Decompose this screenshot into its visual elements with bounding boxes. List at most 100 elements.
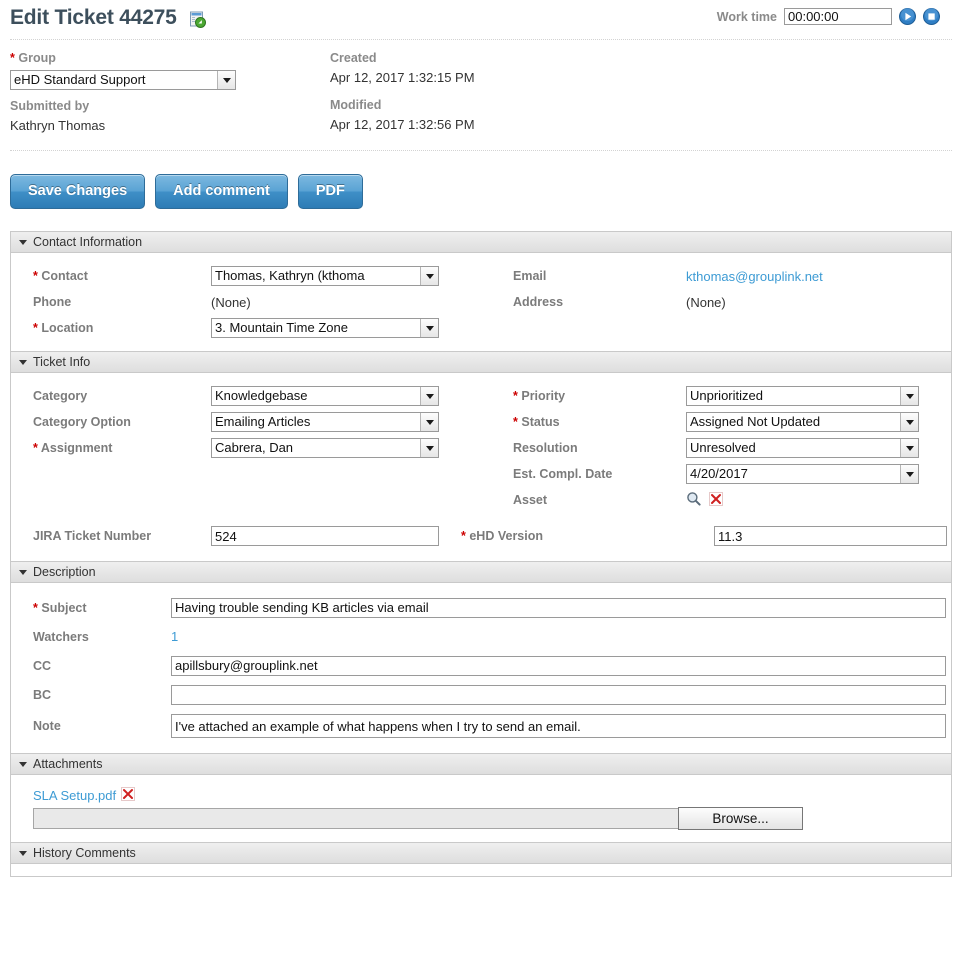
subject-label: * Subject: [11, 601, 171, 615]
created-label: Created: [330, 51, 377, 65]
chevron-down-icon[interactable]: [420, 439, 438, 457]
group-select-value: eHD Standard Support: [14, 72, 146, 87]
priority-label-text: Priority: [521, 389, 566, 403]
bc-label: BC: [33, 687, 52, 702]
bc-row: BC: [11, 680, 951, 709]
file-path-input[interactable]: [33, 808, 679, 829]
chevron-down-icon[interactable]: [420, 319, 438, 337]
asset-row: Asset: [491, 487, 951, 513]
required-asterisk: *: [33, 321, 38, 335]
save-changes-button[interactable]: Save Changes: [10, 174, 146, 209]
location-select[interactable]: 3. Mountain Time Zone: [211, 318, 439, 338]
chevron-down-icon[interactable]: [420, 413, 438, 431]
attachment-file-link[interactable]: SLA Setup.pdf: [33, 788, 116, 803]
ticket-info-header[interactable]: Ticket Info: [11, 351, 951, 373]
caret-down-icon[interactable]: [19, 239, 27, 245]
bc-input[interactable]: [171, 684, 946, 705]
category-select[interactable]: Knowledgebase: [211, 386, 439, 406]
resolution-select[interactable]: Unresolved: [686, 438, 919, 458]
contact-select-value: Thomas, Kathryn (kthoma: [215, 268, 365, 283]
contact-information-panel: Contact Information * Contact Thomas, Ka…: [10, 231, 952, 351]
location-row: * Location 3. Mountain Time Zone: [11, 315, 491, 341]
email-value[interactable]: kthomas@grouplink.net: [686, 269, 823, 284]
subject-input[interactable]: [171, 597, 946, 618]
description-body: * Subject Watchers 1 CC BC Note: [11, 583, 951, 753]
refresh-window-icon[interactable]: [189, 11, 206, 28]
play-icon[interactable]: [899, 8, 916, 25]
description-header[interactable]: Description: [11, 561, 951, 583]
red-x-icon[interactable]: [121, 787, 136, 804]
category-row: Category Knowledgebase: [11, 383, 491, 409]
chevron-down-icon[interactable]: [420, 387, 438, 405]
caret-down-icon[interactable]: [19, 359, 27, 365]
caret-down-icon[interactable]: [19, 761, 27, 767]
watchers-row: Watchers 1: [11, 622, 951, 651]
status-select-value: Assigned Not Updated: [690, 414, 821, 429]
jira-ehd-row: JIRA Ticket Number * eHD Version: [11, 521, 951, 551]
resolution-label: Resolution: [513, 441, 578, 455]
edit-ticket-page: Edit Ticket 44275 Work time 00:00:00 * G…: [0, 0, 960, 972]
attachments-header[interactable]: Attachments: [11, 753, 951, 775]
red-x-icon[interactable]: [709, 491, 723, 509]
priority-select[interactable]: Unprioritized: [686, 386, 919, 406]
submitted-by-label: Submitted by: [10, 99, 90, 113]
ticket-meta: * Group eHD Standard Support Submitted b…: [0, 41, 960, 136]
group-label-text: Group: [18, 51, 56, 65]
jira-ticket-number-input[interactable]: [211, 526, 439, 546]
category-option-select-value: Emailing Articles: [215, 414, 311, 429]
chevron-down-icon[interactable]: [217, 71, 235, 89]
ehd-version-input[interactable]: [714, 526, 947, 546]
file-upload-row: Browse...: [11, 807, 951, 830]
ticket-info-title: Ticket Info: [33, 355, 91, 369]
page-header: Edit Ticket 44275 Work time: [0, 0, 960, 36]
chevron-down-icon[interactable]: [900, 439, 918, 457]
modified-value: Apr 12, 2017 1:32:56 PM: [330, 117, 475, 132]
caret-down-icon[interactable]: [19, 569, 27, 575]
cc-label: CC: [33, 658, 52, 673]
note-input[interactable]: [171, 714, 946, 738]
group-select[interactable]: eHD Standard Support: [10, 70, 236, 90]
status-label: * Status: [491, 415, 686, 429]
browse-button[interactable]: Browse...: [678, 807, 803, 830]
created-value: Apr 12, 2017 1:32:15 PM: [330, 70, 475, 85]
cc-input[interactable]: [171, 655, 946, 676]
watchers-count-link[interactable]: 1: [171, 629, 178, 644]
jira-ticket-number-label: JIRA Ticket Number: [33, 529, 152, 543]
action-toolbar: Save Changes Add comment PDF: [0, 152, 960, 209]
asset-label: Asset: [513, 493, 548, 507]
required-asterisk: *: [461, 529, 466, 543]
status-select[interactable]: Assigned Not Updated: [686, 412, 919, 432]
resolution-select-value: Unresolved: [690, 440, 756, 455]
phone-label: Phone: [33, 295, 72, 309]
chevron-down-icon[interactable]: [900, 465, 918, 483]
chevron-down-icon[interactable]: [420, 267, 438, 285]
history-comments-header[interactable]: History Comments: [11, 842, 951, 864]
resolution-row: Resolution Unresolved: [491, 435, 951, 461]
assignment-label: * Assignment: [11, 441, 211, 455]
phone-row: Phone (None): [11, 289, 491, 315]
title-group: Edit Ticket 44275: [10, 6, 206, 30]
category-option-select[interactable]: Emailing Articles: [211, 412, 439, 432]
contact-select[interactable]: Thomas, Kathryn (kthoma: [211, 266, 439, 286]
assignment-select[interactable]: Cabrera, Dan: [211, 438, 439, 458]
subject-label-text: Subject: [41, 600, 87, 615]
chevron-down-icon[interactable]: [900, 387, 918, 405]
chevron-down-icon[interactable]: [900, 413, 918, 431]
email-label: Email: [513, 269, 547, 283]
pdf-button[interactable]: PDF: [297, 174, 363, 209]
contact-label-text: Contact: [41, 269, 88, 283]
address-value: (None): [686, 294, 726, 310]
est-completion-date-select[interactable]: 4/20/2017: [686, 464, 919, 484]
note-row: Note: [11, 709, 951, 743]
phone-value: (None): [211, 294, 251, 310]
contact-information-header[interactable]: Contact Information: [11, 232, 951, 253]
work-time-input[interactable]: [784, 8, 892, 25]
priority-select-value: Unprioritized: [690, 388, 763, 403]
est-completion-date-value: 4/20/2017: [690, 466, 748, 481]
caret-down-icon[interactable]: [19, 850, 27, 856]
add-comment-button[interactable]: Add comment: [155, 174, 288, 209]
magnifier-icon[interactable]: [686, 491, 701, 509]
attachments-body: SLA Setup.pdf Browse...: [11, 775, 951, 842]
stop-icon[interactable]: [923, 8, 940, 25]
priority-row: * Priority Unprioritized: [491, 383, 951, 409]
